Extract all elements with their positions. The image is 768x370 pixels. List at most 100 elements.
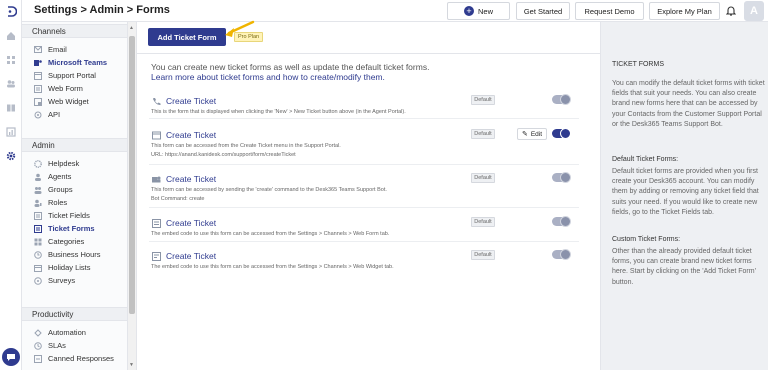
form-row: Create Ticket This is the form that is d… bbox=[149, 92, 579, 119]
sidebar-item-roles[interactable]: Roles bbox=[34, 197, 67, 208]
form-title[interactable]: Create Ticket bbox=[166, 174, 216, 184]
sidebar-item-microsoft-teams[interactable]: Microsoft Teams bbox=[34, 57, 107, 68]
sidebar-item-automation[interactable]: Automation bbox=[34, 327, 86, 338]
fields-icon bbox=[34, 211, 42, 220]
gear-icon[interactable] bbox=[5, 150, 17, 162]
sidebar-item-email[interactable]: Email bbox=[34, 44, 67, 55]
intro-text: You can create new ticket forms as well … bbox=[151, 62, 430, 72]
bell-icon[interactable] bbox=[725, 5, 737, 19]
settings-sidebar: Channels Email Microsoft Teams Support P… bbox=[22, 22, 137, 370]
form-description: The embed code to use this form can be a… bbox=[151, 231, 390, 237]
helpdesk-icon bbox=[34, 159, 42, 168]
sidebar-item-label: Categories bbox=[48, 237, 85, 246]
explore-plan-button[interactable]: Explore My Plan bbox=[649, 2, 720, 20]
home-icon[interactable] bbox=[5, 30, 17, 42]
sidebar-item-ticket-forms[interactable]: Ticket Forms bbox=[34, 223, 95, 234]
agent-icon bbox=[34, 173, 42, 181]
sidebar-item-helpdesk[interactable]: Helpdesk bbox=[34, 158, 79, 169]
grid-icon[interactable] bbox=[5, 54, 17, 66]
new-button[interactable]: + New bbox=[447, 2, 510, 20]
form-toggle[interactable] bbox=[552, 128, 571, 139]
form-toggle[interactable] bbox=[552, 249, 571, 260]
sidebar-item-label: Ticket Forms bbox=[48, 224, 95, 233]
sidebar-item-categories[interactable]: Categories bbox=[34, 236, 84, 247]
sidebar-item-label: Ticket Fields bbox=[48, 211, 90, 220]
roles-icon bbox=[34, 199, 42, 207]
info-heading: TICKET FORMS bbox=[612, 61, 664, 68]
edit-button[interactable]: ✎ Edit bbox=[517, 128, 547, 140]
form-title[interactable]: Create Ticket bbox=[166, 96, 216, 106]
sidebar-item-holiday-lists[interactable]: Holiday Lists bbox=[34, 262, 91, 273]
chat-icon[interactable] bbox=[2, 348, 20, 366]
sidebar-item-agents[interactable]: Agents bbox=[34, 171, 71, 182]
sidebar-item-label: Web Widget bbox=[48, 97, 89, 106]
sidebar-item-label: Support Portal bbox=[48, 71, 96, 80]
calendar-icon bbox=[34, 264, 42, 272]
form-toggle[interactable] bbox=[552, 94, 571, 105]
sidebar-item-groups[interactable]: Groups bbox=[34, 184, 73, 195]
pencil-icon: ✎ bbox=[521, 131, 528, 138]
sidebar-item-label: Holiday Lists bbox=[48, 263, 91, 272]
form-toggle[interactable] bbox=[552, 216, 571, 227]
sidebar-item-label: Microsoft Teams bbox=[48, 58, 108, 67]
form-icon bbox=[151, 218, 161, 228]
book-icon[interactable] bbox=[5, 102, 17, 114]
sidebar-item-business-hours[interactable]: Business Hours bbox=[34, 249, 101, 260]
sidebar-group-productivity: Productivity bbox=[22, 307, 128, 321]
sidebar-item-label: Surveys bbox=[48, 276, 76, 285]
form-icon bbox=[34, 84, 42, 93]
avatar[interactable]: A bbox=[744, 1, 764, 21]
scroll-up-icon[interactable]: ▲ bbox=[129, 25, 134, 31]
scroll-down-icon[interactable]: ▼ bbox=[129, 362, 134, 368]
window-icon bbox=[151, 130, 161, 140]
sidebar-item-ticket-fields[interactable]: Ticket Fields bbox=[34, 210, 90, 221]
form-title[interactable]: Create Ticket bbox=[166, 218, 216, 228]
toggle-knob bbox=[560, 94, 571, 105]
info-paragraph: Default ticket forms are provided when y… bbox=[612, 168, 759, 216]
toggle-knob bbox=[560, 172, 571, 183]
widget-icon bbox=[151, 251, 161, 261]
survey-icon bbox=[34, 276, 42, 285]
form-title[interactable]: Create Ticket bbox=[166, 251, 216, 261]
sidebar-item-api[interactable]: API bbox=[34, 109, 60, 120]
toggle-knob bbox=[560, 128, 571, 139]
users-icon[interactable] bbox=[5, 78, 17, 90]
request-demo-button[interactable]: Request Demo bbox=[575, 2, 644, 20]
form-row: Create Ticket The embed code to use this… bbox=[149, 247, 579, 275]
learn-more-link[interactable]: Learn more about ticket forms and how to… bbox=[151, 72, 385, 82]
divider bbox=[137, 53, 600, 54]
sidebar-scrollbar-thumb[interactable] bbox=[129, 36, 135, 314]
sidebar-item-web-form[interactable]: Web Form bbox=[34, 83, 83, 94]
email-icon bbox=[34, 46, 42, 54]
form-description: The embed code to use this form can be a… bbox=[151, 264, 394, 270]
default-badge: Default bbox=[471, 95, 495, 105]
phone-icon bbox=[151, 96, 161, 106]
sidebar-group-admin: Admin bbox=[22, 138, 128, 152]
bot-command: Bot Command: create bbox=[151, 196, 205, 202]
sidebar-item-web-widget[interactable]: Web Widget bbox=[34, 96, 89, 107]
sidebar-item-label: Groups bbox=[48, 185, 73, 194]
arrow-icon bbox=[225, 20, 255, 37]
default-badge: Default bbox=[471, 129, 495, 139]
canned-icon bbox=[34, 354, 42, 363]
sidebar-item-surveys[interactable]: Surveys bbox=[34, 275, 75, 286]
form-title[interactable]: Create Ticket bbox=[166, 130, 216, 140]
forms-icon bbox=[34, 224, 42, 233]
sidebar-item-label: Automation bbox=[48, 328, 86, 337]
sidebar-item-canned-responses[interactable]: Canned Responses bbox=[34, 353, 114, 364]
get-started-button[interactable]: Get Started bbox=[516, 2, 570, 20]
report-icon[interactable] bbox=[5, 126, 17, 138]
api-icon bbox=[34, 111, 42, 119]
custom-forms-heading: Custom Ticket Forms: bbox=[612, 236, 681, 243]
form-toggle[interactable] bbox=[552, 172, 571, 183]
sidebar-item-slas[interactable]: SLAs bbox=[34, 340, 66, 351]
breadcrumb: Settings > Admin > Forms bbox=[34, 4, 170, 16]
sidebar-item-label: Email bbox=[48, 45, 67, 54]
plus-circle-icon: + bbox=[463, 6, 474, 16]
form-description: This form can be accessed from the Creat… bbox=[151, 143, 341, 149]
add-ticket-form-button[interactable]: Add Ticket Form bbox=[148, 28, 226, 46]
form-url: URL: https://anand.kanidesk.com/support/… bbox=[151, 152, 296, 158]
logo-icon[interactable] bbox=[5, 5, 17, 17]
default-forms-heading: Default Ticket Forms: bbox=[612, 156, 679, 163]
sidebar-item-support-portal[interactable]: Support Portal bbox=[34, 70, 96, 81]
